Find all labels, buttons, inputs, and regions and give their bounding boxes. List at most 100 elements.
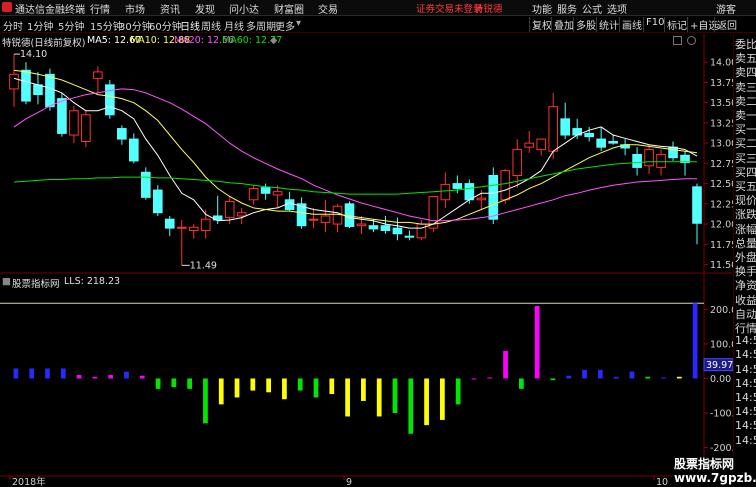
indicator-bar (266, 378, 271, 393)
candle-down (380, 225, 391, 232)
side-label: 14:50 (735, 362, 756, 376)
price-tick-label: 12.75 (710, 159, 733, 170)
high-annotation: 14.10 (20, 49, 47, 60)
indicator-bar (218, 378, 224, 405)
indicator-bar (234, 378, 240, 398)
indicator-bar (329, 378, 335, 395)
candle-down (140, 171, 151, 198)
indicator-bar (60, 368, 66, 379)
candle-down (632, 153, 642, 168)
indicator-toggle-icon[interactable]: ■ (2, 276, 11, 287)
candle-up (69, 110, 79, 136)
indicator-bar (424, 378, 429, 426)
watermark: 股票指标网 www.7gpzb.com (673, 457, 756, 485)
side-label: 14:50 (735, 405, 756, 419)
price-tick-label: 12.00 (710, 220, 733, 231)
candle-up (416, 223, 427, 239)
candle-down (584, 132, 594, 138)
candle-down (260, 187, 271, 194)
candle-down (692, 186, 702, 224)
candle-down (452, 183, 463, 189)
candle-down (404, 235, 415, 238)
indicator-bar (582, 369, 587, 379)
indicator-bar (313, 378, 319, 398)
indicator-bar (155, 378, 161, 389)
indicator-bar (455, 378, 461, 405)
side-label: 14:50 (735, 391, 756, 404)
indicator-bar (76, 375, 82, 379)
candle-down (392, 227, 403, 235)
candle-down (608, 141, 618, 144)
indicator-bar (392, 378, 398, 414)
indicator-bar (187, 378, 193, 389)
price-tick-label: 12.50 (710, 179, 733, 190)
indicator-bar (376, 378, 382, 417)
indicator-bar (661, 377, 666, 379)
chart-canvas[interactable]: 14.00 13.75 13.50 13.25 13.00 12.75 12.50 12.25… (0, 0, 733, 487)
candle-down (152, 189, 163, 214)
indicator-bar (676, 376, 682, 379)
candle-down (33, 84, 43, 96)
indicator-bar (487, 377, 493, 379)
candle-up (236, 212, 247, 217)
indicator-tick-label: 0.00 (710, 374, 731, 385)
indicator-bar (534, 305, 540, 379)
indicator-tick-label: -200.0 (710, 443, 733, 454)
side-label: 14:50 (735, 334, 756, 348)
candle-up (188, 226, 199, 232)
price-tick-label: 13.75 (710, 78, 733, 89)
candle-down (368, 225, 379, 230)
candle-down (21, 69, 31, 102)
candle-down (129, 138, 139, 162)
time-tick-label: 9 (346, 477, 352, 487)
candle-up (308, 218, 319, 221)
price-tick-label: 14.00 (710, 58, 733, 69)
indicator-bar (408, 378, 414, 434)
low-annotation: 11.49 (190, 260, 217, 271)
side-label: 14:56 (735, 419, 756, 433)
candle-up (93, 71, 103, 79)
side-label: 14:50 (735, 348, 756, 362)
candle-up (512, 149, 523, 176)
indicator-bar (550, 378, 556, 381)
indicator-bar (692, 303, 698, 379)
candle-up (224, 200, 235, 219)
price-tick-label: 13.25 (710, 118, 733, 129)
side-label: 14:56 (735, 433, 756, 447)
indicator-bar (645, 376, 651, 379)
price-tick-label: 13.00 (710, 139, 733, 150)
indicator-bar (108, 375, 114, 379)
candle-up (524, 142, 535, 148)
candle-up (656, 153, 666, 168)
candle-up (548, 106, 559, 152)
candle-down (45, 73, 55, 108)
watermark-line1: 股票指标网 (673, 457, 756, 471)
indicator-bar (503, 350, 508, 379)
price-tick-label: 13.50 (710, 98, 733, 109)
indicator-bar (345, 378, 350, 417)
price-tick-label: 11.50 (710, 260, 733, 271)
candle-up (272, 191, 283, 196)
indicator-bar (250, 378, 256, 391)
indicator-bar (440, 378, 445, 420)
indicator-tick-label: 100.0 (710, 339, 733, 350)
candle-down (164, 218, 175, 229)
candle-up (536, 138, 547, 151)
ma5-line (13, 77, 698, 229)
indicator-tick-label: 200.0 (710, 305, 733, 316)
indicator-bar (45, 368, 50, 379)
indicator-bar (282, 378, 287, 400)
candle-down (560, 118, 571, 136)
indicator-bar (361, 378, 366, 401)
candle-down (596, 138, 606, 148)
indicator-bar (29, 368, 35, 379)
indicator-bar (471, 378, 477, 380)
candle-down (57, 98, 67, 134)
indicator-bar (203, 378, 208, 424)
indicator-name-label: 股票指标网 (12, 279, 60, 290)
indicator-bar (124, 371, 129, 379)
candle-down (464, 183, 475, 201)
indicator-bar (518, 378, 524, 389)
indicator-bar (297, 378, 303, 391)
candle-down (105, 84, 115, 116)
